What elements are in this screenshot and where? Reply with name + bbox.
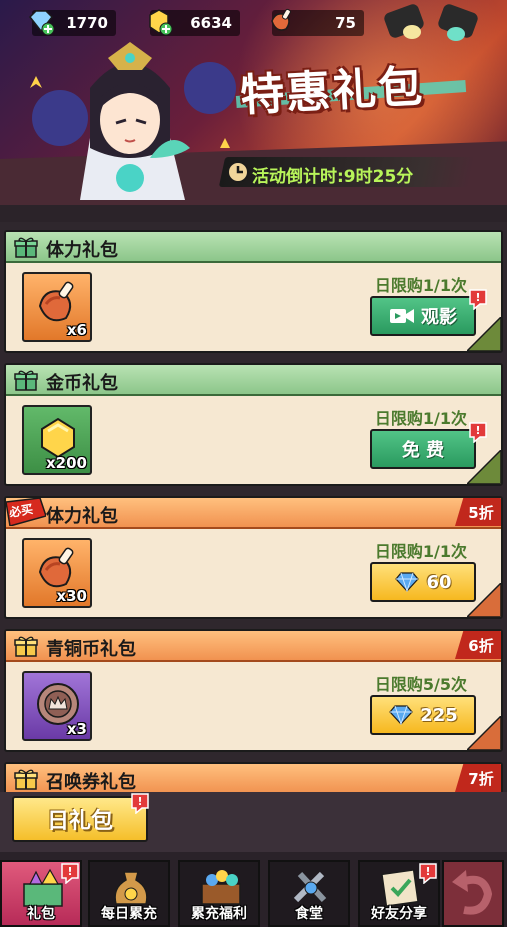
nav-label: 好友分享 (371, 906, 427, 922)
pack-card: 金币礼包 x200 日限购1/1次 免 费 ! (4, 363, 503, 486)
stamina-counter: 75 (271, 8, 364, 36)
gift-icon (14, 370, 38, 391)
gold-counter[interactable]: 6634 (149, 9, 240, 36)
diamond-count: 1770 (66, 14, 108, 32)
watch-video-button[interactable]: 观影 (370, 296, 476, 336)
buy-with-diamond-button[interactable]: 225 (370, 695, 476, 735)
watch-video-label: 观影 (421, 307, 457, 328)
nav-label: 累充福利 (191, 906, 247, 922)
back-button[interactable] (442, 860, 504, 927)
nav-label: 食堂 (295, 906, 323, 922)
item-quantity: x6 (66, 321, 87, 339)
notification-badge-icon: ! (131, 793, 149, 814)
notification-badge-icon: ! (469, 422, 487, 443)
svg-text:!: ! (475, 291, 480, 304)
treasure-chest-icon (201, 870, 241, 905)
purchase-limit: 日限购1/1次 (374, 276, 467, 295)
gold-count: 6634 (190, 14, 232, 32)
svg-text:!: ! (137, 795, 142, 808)
daily-pack-area: 日礼包 ! (0, 792, 507, 852)
diamond-counter[interactable]: 1770 (28, 10, 116, 36)
corner-decoration (467, 317, 501, 351)
nav-tab-canteen[interactable]: 食堂 (268, 860, 350, 927)
svg-text:!: ! (475, 424, 480, 437)
pack-header: 金币礼包 (6, 365, 501, 396)
price-label: 225 (420, 704, 458, 726)
pack-list[interactable]: 体力礼包 x6 日限购1/1次 观影 ! 金币礼包 x200 日限购1/1次 免… (0, 222, 507, 792)
diamond-plus-icon (28, 10, 55, 36)
nav-label: 礼包 (27, 906, 55, 922)
pack-card: 召唤券礼包 7折 (4, 762, 503, 792)
cooking-tools-icon (293, 871, 327, 903)
hero-character-portrait (30, 42, 236, 200)
clock-icon (227, 161, 249, 183)
pack-header: 召唤券礼包 7折 (6, 764, 501, 792)
corner-decoration (467, 583, 501, 617)
pack-header: 体力礼包 (6, 232, 501, 263)
gift-icon (14, 636, 38, 657)
gift-icon (14, 769, 38, 790)
pack-item-slot[interactable]: x200 (22, 405, 92, 475)
meat-icon (271, 8, 291, 31)
diamond-icon (395, 572, 420, 592)
video-camera-icon (390, 309, 414, 323)
daily-pack-button[interactable]: 日礼包 (12, 796, 148, 842)
purchase-limit: 日限购1/1次 (374, 409, 467, 428)
corner-decoration (467, 450, 501, 484)
money-bag-icon (114, 871, 148, 905)
pack-item-slot[interactable]: x3 (22, 671, 92, 741)
svg-text:!: ! (67, 865, 72, 878)
pack-header: 青铜币礼包 6折 (6, 631, 501, 662)
svg-text:!: ! (425, 865, 430, 878)
pack-header: 体力礼包 5折 (6, 498, 501, 529)
item-quantity: x30 (56, 587, 87, 605)
free-claim-button[interactable]: 免 费 (370, 429, 476, 469)
pack-title: 青铜币礼包 (46, 639, 136, 660)
stamina-count: 75 (335, 14, 356, 32)
back-arrow-icon (452, 870, 493, 915)
pack-title: 金币礼包 (46, 373, 118, 394)
discount-badge: 7折 (455, 764, 501, 792)
pack-card: 体力礼包 5折 必买 x30 日限购1/1次 60 (4, 496, 503, 619)
notification-badge-icon: ! (469, 289, 487, 310)
countdown-text: 活动倒计时:9时25分 (252, 167, 414, 187)
discount-badge: 5折 (455, 498, 501, 526)
purchase-limit: 日限购5/5次 (374, 675, 467, 694)
spotlight-icon (438, 4, 478, 41)
gold-coin-plus-icon (149, 9, 173, 36)
nav-label: 每日累充 (101, 906, 157, 922)
pack-item-slot[interactable]: x6 (22, 272, 92, 342)
spotlight-icon (384, 4, 424, 39)
corner-decoration (467, 716, 501, 750)
buy-with-diamond-button[interactable]: 60 (370, 562, 476, 602)
pack-card: 体力礼包 x6 日限购1/1次 观影 ! (4, 230, 503, 353)
notification-badge-icon: ! (419, 863, 437, 884)
event-title: 特惠礼包 (239, 61, 426, 122)
item-quantity: x3 (66, 720, 87, 738)
notification-badge-icon: ! (61, 863, 79, 884)
pack-item-slot[interactable]: x30 (22, 538, 92, 608)
item-quantity: x200 (46, 454, 87, 472)
nav-tab-cumulative-recharge[interactable]: 累充福利 (178, 860, 260, 927)
pack-title: 召唤券礼包 (46, 772, 136, 792)
gift-icon (14, 237, 38, 258)
free-claim-label: 免 费 (401, 440, 445, 461)
price-label: 60 (426, 571, 452, 593)
pack-title: 体力礼包 (46, 240, 118, 261)
purchase-limit: 日限购1/1次 (374, 542, 467, 561)
pack-card: 青铜币礼包 6折 x3 日限购5/5次 225 (4, 629, 503, 752)
pack-title: 体力礼包 (46, 506, 118, 527)
nav-tab-daily-recharge[interactable]: 每日累充 (88, 860, 170, 927)
bottom-nav: 礼包 每日累充 累充福利 食堂 好友分享 ! ! (0, 852, 507, 927)
discount-badge: 6折 (455, 631, 501, 659)
diamond-icon (389, 705, 413, 725)
